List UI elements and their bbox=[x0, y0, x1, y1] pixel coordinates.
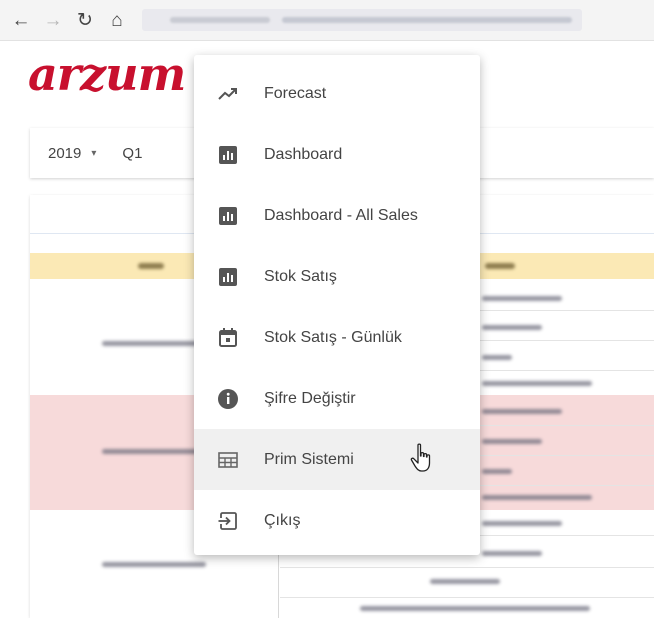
menu-item-label: Prim Sistemi bbox=[264, 450, 354, 468]
user-dropdown-menu: Forecast Dashboard Dashboard - All Sales… bbox=[194, 55, 480, 555]
blurred-header-text bbox=[485, 263, 515, 269]
blurred-cell-text bbox=[430, 579, 500, 584]
menu-item-dashboard-all-sales[interactable]: Dashboard - All Sales bbox=[194, 185, 480, 246]
menu-item-label: Dashboard - All Sales bbox=[264, 206, 418, 224]
chevron-down-icon[interactable]: ▾ bbox=[91, 148, 96, 159]
blurred-cell-text bbox=[482, 381, 592, 386]
forward-icon[interactable]: → bbox=[42, 9, 64, 31]
blurred-cell-text bbox=[482, 296, 562, 301]
menu-item-stok-satis[interactable]: Stok Satış bbox=[194, 246, 480, 307]
menu-item-label: Dashboard bbox=[264, 145, 343, 163]
menu-item-stok-satis-gunluk[interactable]: Stok Satış - Günlük bbox=[194, 307, 480, 368]
bar-chart-icon bbox=[216, 204, 240, 228]
back-icon[interactable]: ← bbox=[10, 9, 32, 31]
menu-item-label: Stok Satış - Günlük bbox=[264, 328, 402, 346]
blurred-cell-text bbox=[482, 355, 512, 360]
menu-item-label: Çıkış bbox=[264, 511, 301, 529]
hand-cursor-icon bbox=[410, 443, 434, 478]
menu-item-sifre-degistir[interactable]: Şifre Değiştir bbox=[194, 368, 480, 429]
exit-icon bbox=[216, 509, 240, 533]
menu-item-cikis[interactable]: Çıkış bbox=[194, 490, 480, 551]
bar-chart-icon bbox=[216, 143, 240, 167]
blurred-cell-text bbox=[482, 325, 542, 330]
blurred-cell-text bbox=[482, 439, 542, 444]
menu-item-label: Stok Satış bbox=[264, 267, 337, 285]
menu-item-forecast[interactable]: Forecast bbox=[194, 63, 480, 124]
blurred-url-part bbox=[282, 17, 572, 23]
info-icon bbox=[216, 387, 240, 411]
blurred-cell-text bbox=[102, 341, 202, 346]
blurred-cell-text bbox=[482, 409, 562, 414]
blurred-cell-text bbox=[102, 562, 206, 567]
address-bar[interactable] bbox=[142, 9, 582, 31]
blurred-cell-text bbox=[482, 521, 562, 526]
menu-item-label: Şifre Değiştir bbox=[264, 389, 356, 407]
arzum-logo[interactable]: arzum bbox=[28, 51, 186, 97]
menu-item-dashboard[interactable]: Dashboard bbox=[194, 124, 480, 185]
table-icon bbox=[216, 448, 240, 472]
bar-chart-icon bbox=[216, 265, 240, 289]
menu-item-label: Forecast bbox=[264, 84, 327, 102]
trend-line-icon bbox=[216, 82, 240, 106]
home-icon[interactable]: ⌂ bbox=[106, 9, 128, 31]
reload-icon[interactable]: ↻ bbox=[74, 9, 96, 31]
row-divider bbox=[280, 567, 654, 568]
row-divider bbox=[280, 597, 654, 598]
browser-toolbar: ← → ↻ ⌂ bbox=[0, 0, 654, 41]
menu-item-prim-sistemi[interactable]: Prim Sistemi bbox=[194, 429, 480, 490]
blurred-header-text bbox=[138, 263, 164, 269]
year-select[interactable]: 2019 bbox=[48, 145, 81, 162]
blurred-cell-text bbox=[482, 469, 512, 474]
quarter-select[interactable]: Q1 bbox=[122, 145, 142, 162]
blurred-cell-text bbox=[360, 606, 590, 611]
calendar-icon bbox=[216, 326, 240, 350]
blurred-cell-text bbox=[482, 495, 592, 500]
blurred-url-part bbox=[170, 17, 270, 23]
blurred-cell-text bbox=[482, 551, 542, 556]
